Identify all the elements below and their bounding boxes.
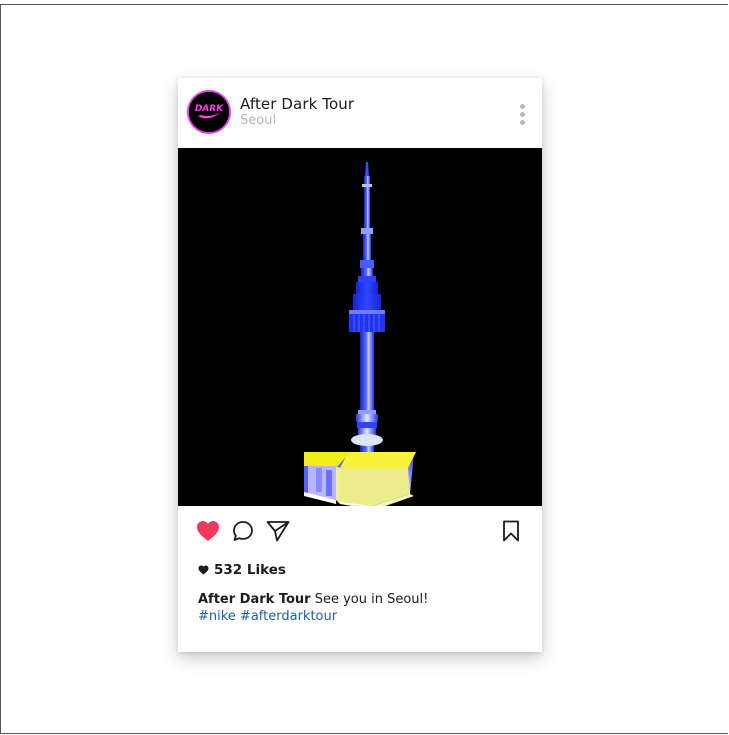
more-dot [520, 120, 525, 125]
post-actions [178, 506, 542, 556]
send-icon [266, 521, 290, 542]
like-button[interactable] [196, 520, 220, 547]
account-location[interactable]: Seoul [240, 113, 276, 128]
hashtags: #nike #afterdarktour [198, 608, 337, 625]
comment-button[interactable] [232, 520, 254, 547]
tower-illustration [304, 162, 416, 510]
post-image[interactable] [178, 148, 542, 510]
post-card: DARK After Dark Tour Seoul 532 Likes Aft… [178, 78, 542, 652]
avatar[interactable]: DARK [187, 90, 231, 134]
heart-icon [197, 521, 219, 541]
share-button[interactable] [266, 520, 290, 547]
avatar-logo-icon: DARK [189, 92, 229, 132]
comment-icon [233, 521, 253, 541]
caption: After Dark Tour See you in Seoul! [198, 591, 428, 608]
more-options-button[interactable] [511, 102, 533, 128]
small-heart-icon [198, 565, 209, 575]
post-header: DARK After Dark Tour Seoul [178, 78, 542, 148]
avatar-text: DARK [195, 104, 224, 114]
account-name[interactable]: After Dark Tour [240, 95, 354, 113]
bookmark-icon [503, 520, 519, 542]
more-dot [520, 112, 525, 117]
hashtag-afterdarktour[interactable]: #afterdarktour [240, 609, 337, 624]
caption-text: See you in Seoul! [310, 592, 429, 607]
hashtag-nike[interactable]: #nike [198, 609, 236, 624]
caption-author[interactable]: After Dark Tour [198, 592, 311, 607]
save-button[interactable] [502, 520, 520, 547]
likes-count[interactable]: 532 Likes [198, 562, 286, 578]
more-vertical-icon [520, 104, 525, 109]
likes-label: 532 Likes [214, 562, 286, 578]
